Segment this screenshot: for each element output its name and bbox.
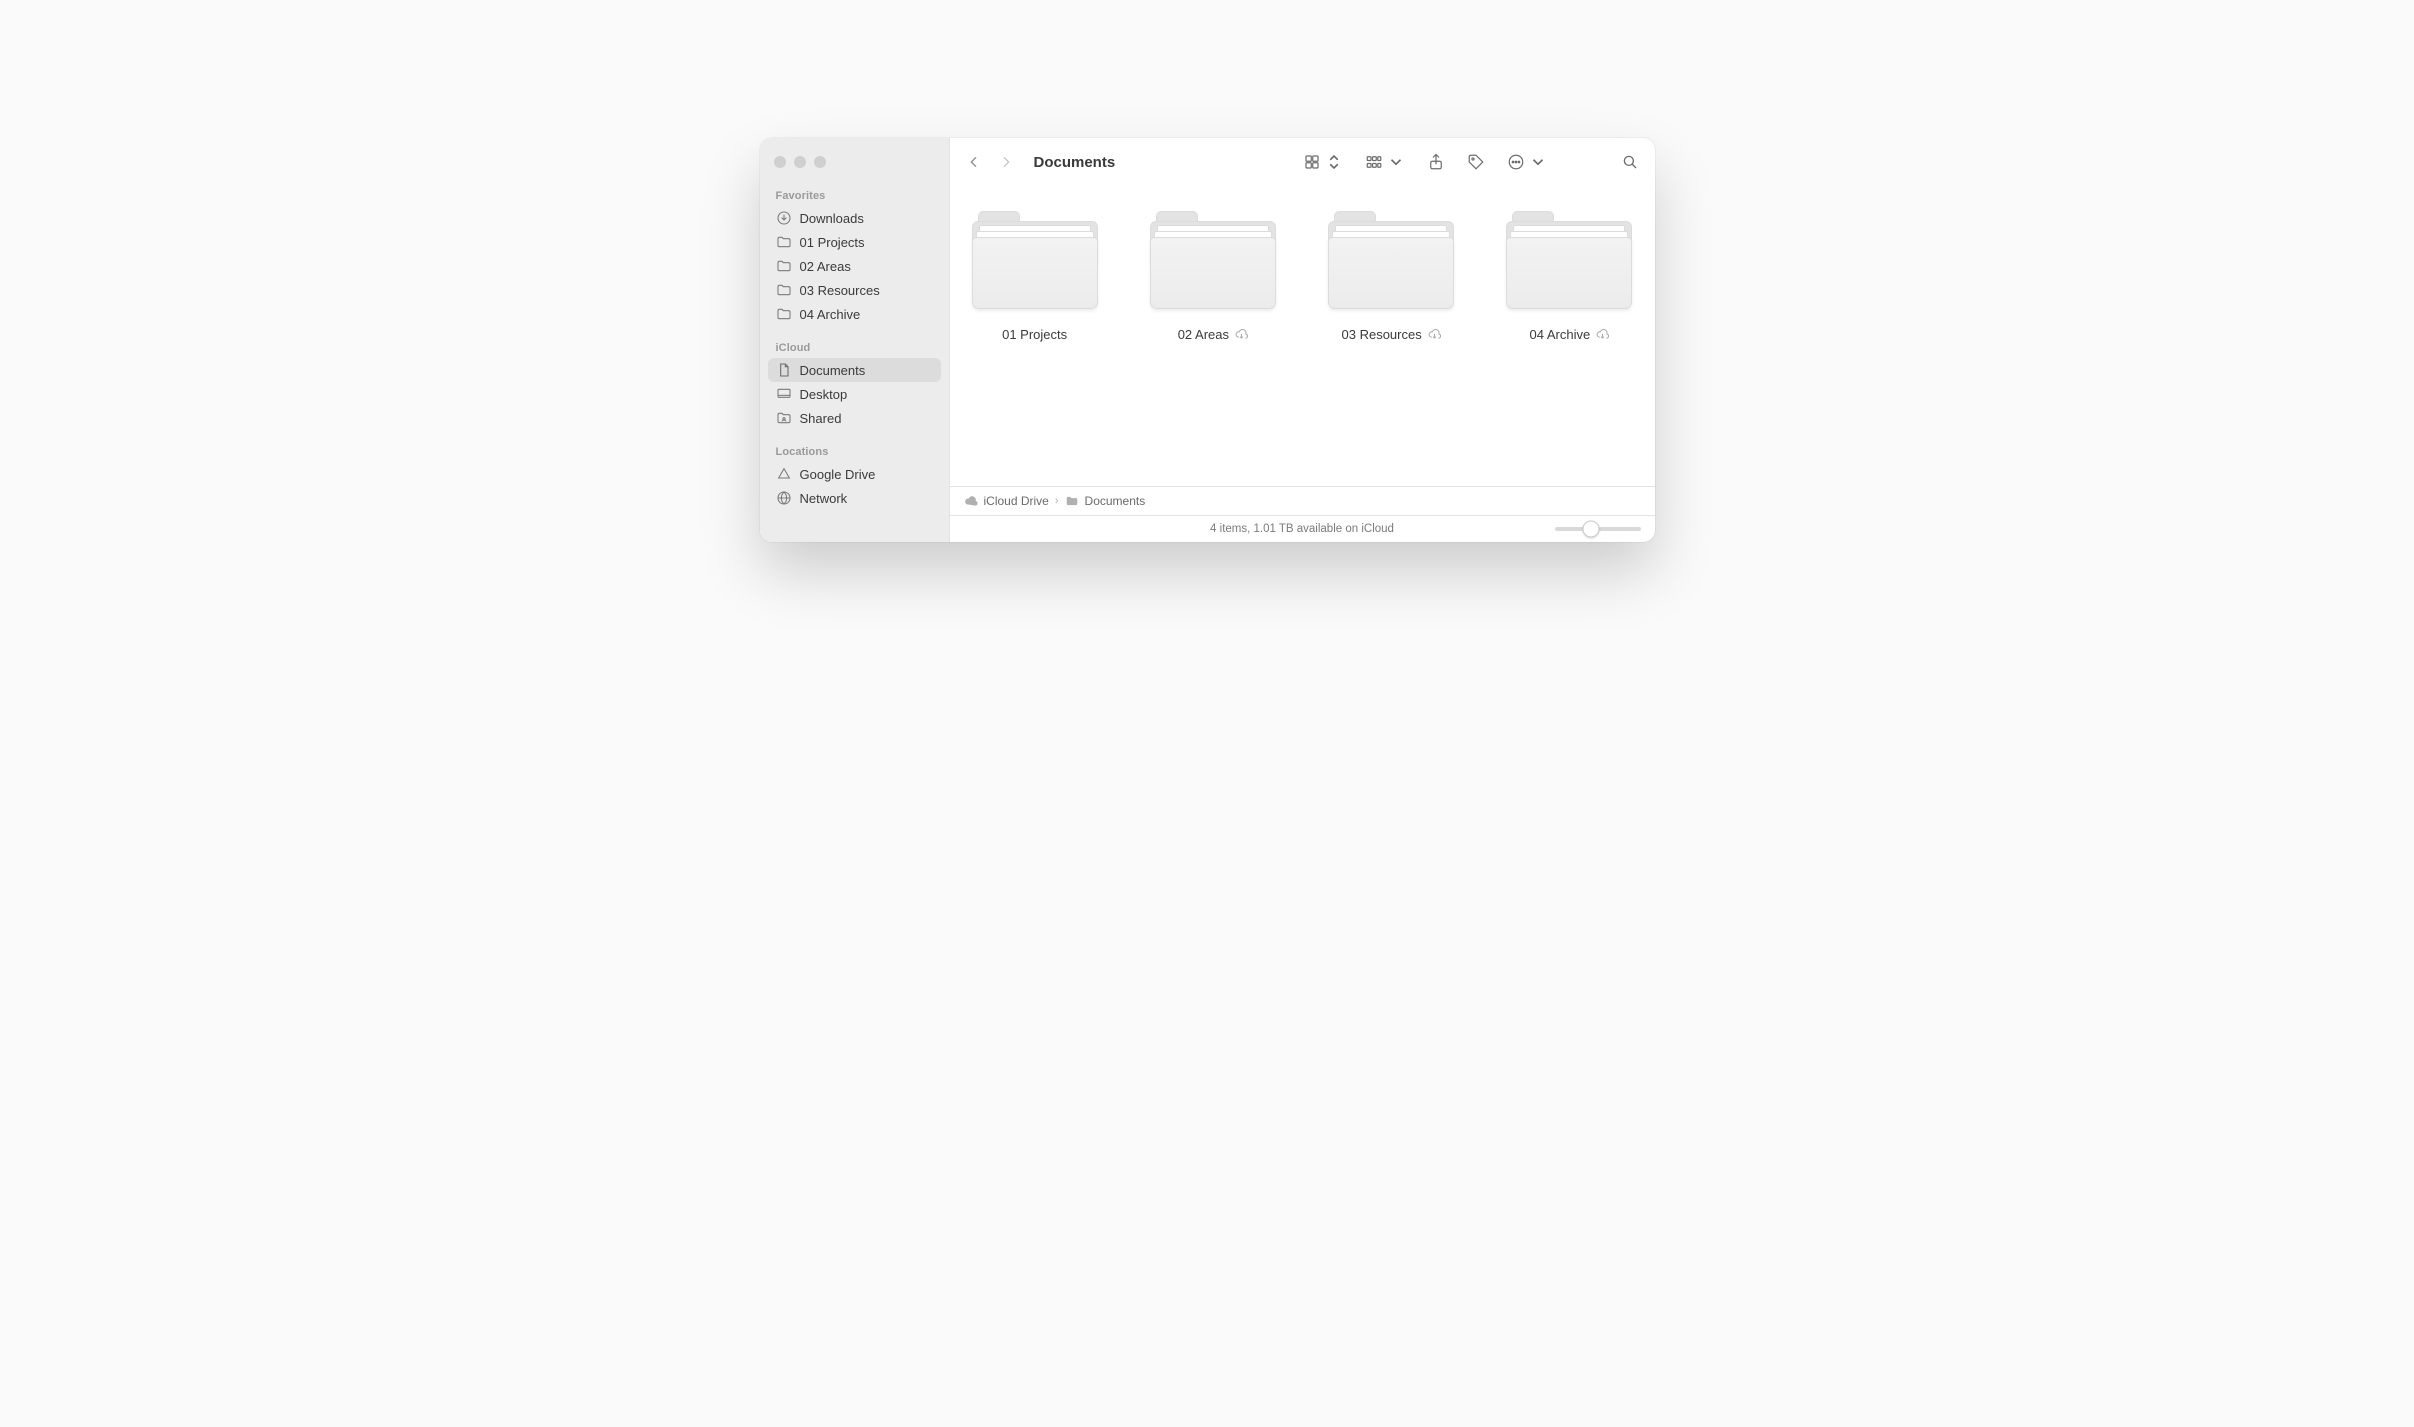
cloud-download-icon <box>1428 328 1441 341</box>
group-button[interactable] <box>1365 153 1405 171</box>
sidebar-item-label: Desktop <box>800 387 848 402</box>
folder-name: 02 Areas <box>1178 327 1229 342</box>
google-drive-icon <box>776 466 792 482</box>
folder-name: 04 Archive <box>1530 327 1591 342</box>
sidebar-item-label: 03 Resources <box>800 283 880 298</box>
status-bar: 4 items, 1.01 TB available on iCloud <box>950 515 1655 542</box>
folder-item-02-areas[interactable]: 02 Areas <box>1144 211 1282 342</box>
section-title-favorites: Favorites <box>768 190 941 206</box>
sidebar-item-04-archive[interactable]: 04 Archive <box>768 302 941 326</box>
close-button[interactable] <box>774 156 786 168</box>
document-icon <box>776 362 792 378</box>
icon-size-slider[interactable] <box>1555 527 1641 531</box>
folder-name: 03 Resources <box>1342 327 1422 342</box>
sidebar-item-google-drive[interactable]: Google Drive <box>768 462 941 486</box>
folder-icon <box>776 234 792 250</box>
sidebar-item-label: Documents <box>800 363 866 378</box>
status-text: 4 items, 1.01 TB available on iCloud <box>1210 523 1394 535</box>
sidebar-item-03-resources[interactable]: 03 Resources <box>768 278 941 302</box>
shared-folder-icon <box>776 410 792 426</box>
sidebar-item-01-projects[interactable]: 01 Projects <box>768 230 941 254</box>
window-title: Documents <box>1034 154 1116 171</box>
sidebar-item-label: 01 Projects <box>800 235 865 250</box>
sidebar-item-label: 04 Archive <box>800 307 861 322</box>
sidebar-section-icloud: iCloud Documents Desktop Shared <box>768 342 941 430</box>
download-icon <box>776 210 792 226</box>
sidebar-item-02-areas[interactable]: 02 Areas <box>768 254 941 278</box>
sidebar-item-shared[interactable]: Shared <box>768 406 941 430</box>
back-button[interactable] <box>966 153 982 171</box>
finder-window: Favorites Downloads 01 Projects 02 Areas… <box>760 138 1655 542</box>
folder-icon <box>776 258 792 274</box>
tags-button[interactable] <box>1467 153 1485 171</box>
minimize-button[interactable] <box>794 156 806 168</box>
folder-icon <box>972 211 1098 309</box>
sidebar-item-label: Shared <box>800 411 842 426</box>
sidebar-item-network[interactable]: Network <box>768 486 941 510</box>
sidebar-section-locations: Locations Google Drive Network <box>768 446 941 510</box>
toolbar: Documents <box>950 138 1655 187</box>
sidebar-item-label: Downloads <box>800 211 864 226</box>
folder-icon <box>776 282 792 298</box>
folder-icon <box>1150 211 1276 309</box>
share-icon <box>1427 153 1445 171</box>
zoom-button[interactable] <box>814 156 826 168</box>
path-bar: iCloud Drive › Documents <box>950 486 1655 515</box>
sidebar: Favorites Downloads 01 Projects 02 Areas… <box>760 138 950 542</box>
sidebar-section-favorites: Favorites Downloads 01 Projects 02 Areas… <box>768 190 941 326</box>
window-controls <box>768 156 941 168</box>
path-segment-icloud-drive[interactable]: iCloud Drive <box>984 494 1049 508</box>
ellipsis-circle-icon <box>1507 153 1525 171</box>
folder-icon <box>1065 494 1079 508</box>
search-icon <box>1621 153 1639 171</box>
cloud-download-icon <box>1235 328 1248 341</box>
main-pane: Documents <box>950 138 1655 542</box>
sidebar-item-label: 02 Areas <box>800 259 851 274</box>
search-button[interactable] <box>1621 153 1639 171</box>
folder-item-03-resources[interactable]: 03 Resources <box>1322 211 1460 342</box>
section-title-icloud: iCloud <box>768 342 941 358</box>
group-icon <box>1365 153 1383 171</box>
folder-item-01-projects[interactable]: 01 Projects <box>966 211 1104 342</box>
folder-name: 01 Projects <box>1002 327 1067 342</box>
sidebar-item-label: Google Drive <box>800 467 876 482</box>
desktop-icon <box>776 386 792 402</box>
chevron-down-icon <box>1387 153 1405 171</box>
view-switcher-button[interactable] <box>1303 153 1343 171</box>
slider-thumb[interactable] <box>1582 521 1599 538</box>
grid-icon <box>1303 153 1321 171</box>
chevron-down-icon <box>1529 153 1547 171</box>
folder-icon <box>1328 211 1454 309</box>
folder-item-04-archive[interactable]: 04 Archive <box>1500 211 1638 342</box>
up-down-chevron-icon <box>1325 153 1343 171</box>
globe-icon <box>776 490 792 506</box>
actions-button[interactable] <box>1507 153 1547 171</box>
folder-icon <box>1506 211 1632 309</box>
sidebar-item-label: Network <box>800 491 848 506</box>
sidebar-item-desktop[interactable]: Desktop <box>768 382 941 406</box>
sidebar-item-documents[interactable]: Documents <box>768 358 941 382</box>
folder-icon <box>776 306 792 322</box>
section-title-locations: Locations <box>768 446 941 462</box>
share-button[interactable] <box>1427 153 1445 171</box>
sidebar-item-downloads[interactable]: Downloads <box>768 206 941 230</box>
cloud-download-icon <box>1596 328 1609 341</box>
path-segment-documents[interactable]: Documents <box>1085 494 1146 508</box>
forward-button[interactable] <box>998 153 1014 171</box>
tag-icon <box>1467 153 1485 171</box>
icon-view[interactable]: 01 Projects 02 Areas <box>950 187 1655 486</box>
path-separator-icon: › <box>1055 495 1059 507</box>
cloud-icon <box>964 494 978 508</box>
